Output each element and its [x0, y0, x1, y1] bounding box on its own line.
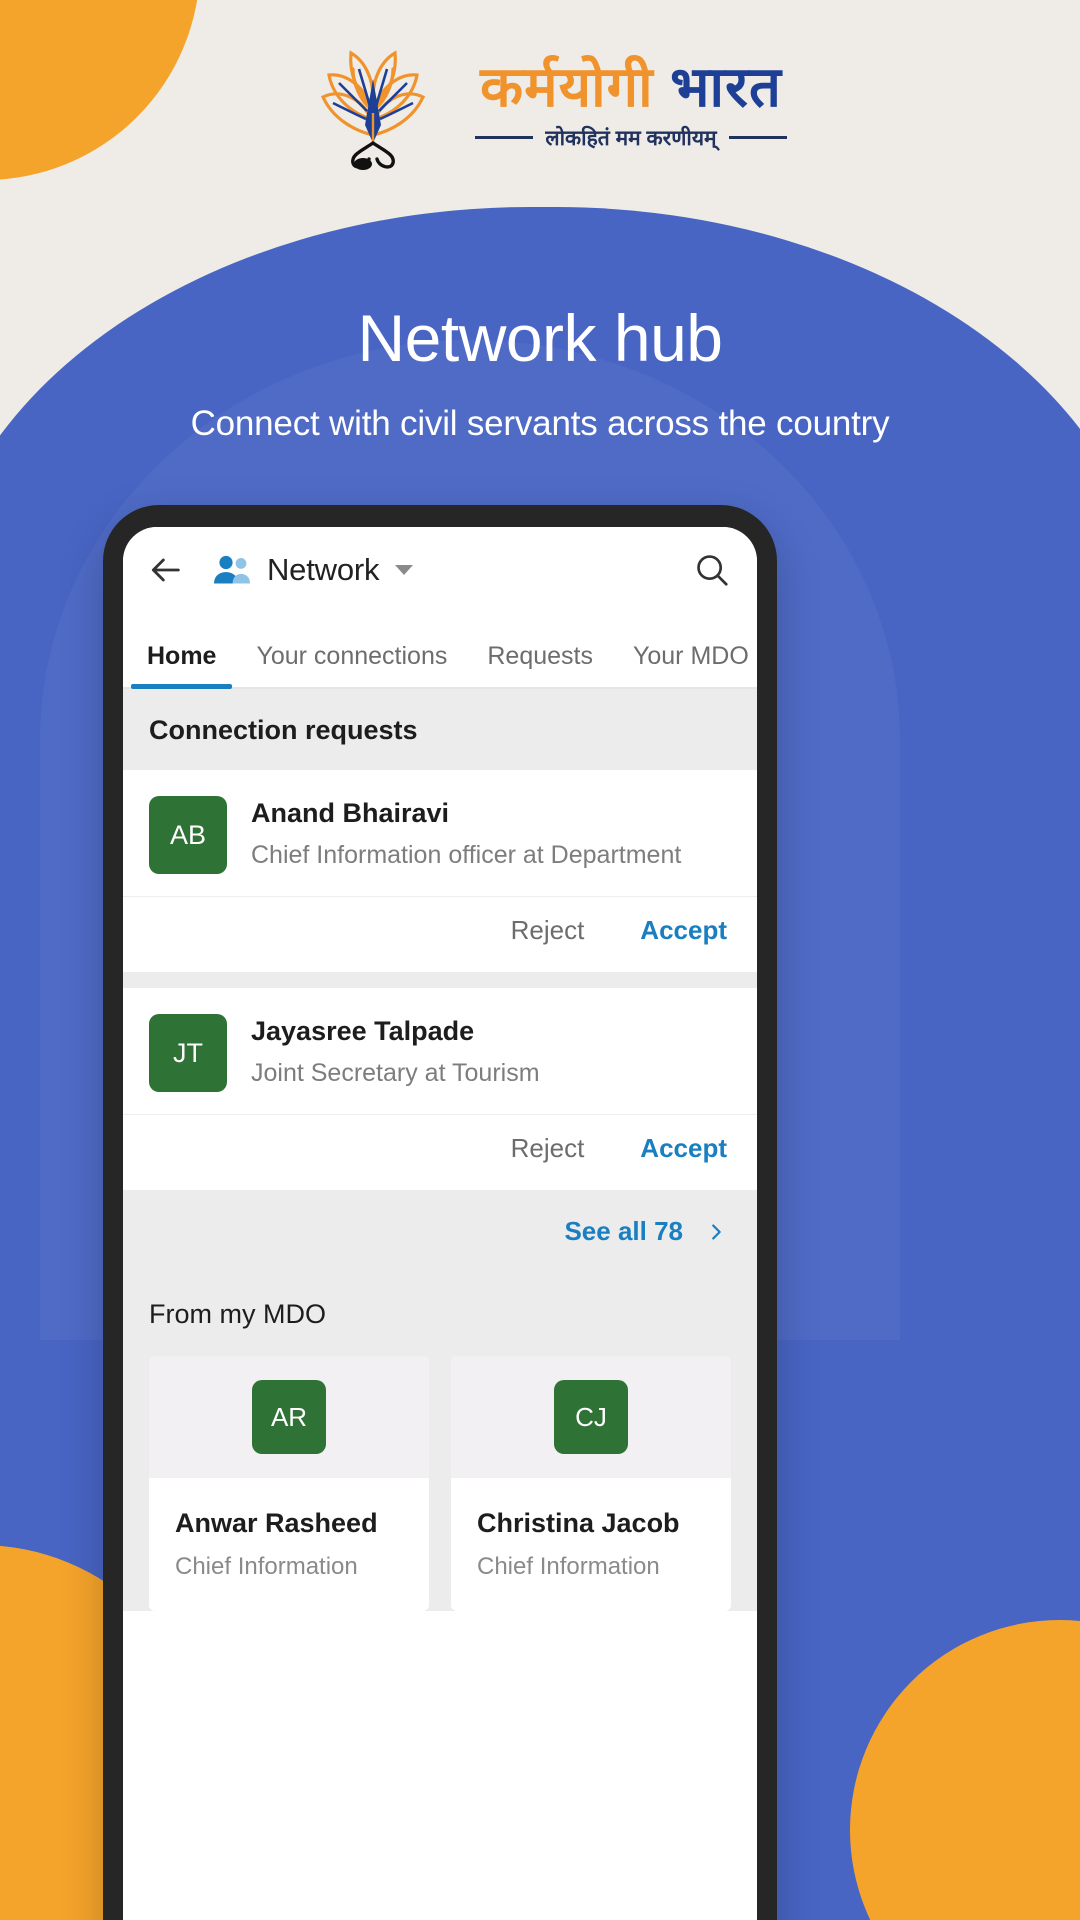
- app-bar-title: Network: [267, 552, 380, 587]
- person-role: Chief Information: [477, 1553, 660, 1580]
- tagline-rule-right: [728, 136, 787, 139]
- tab-bar: Home Your connections Requests Your MDO: [123, 613, 757, 689]
- tagline-rule-left: [475, 136, 534, 139]
- connection-request-person: JT Jayasree Talpade Joint Secretary at T…: [123, 988, 757, 1114]
- reject-button[interactable]: Reject: [511, 915, 585, 946]
- tab-your-mdo[interactable]: Your MDO: [633, 642, 749, 687]
- reject-button[interactable]: Reject: [511, 1133, 585, 1164]
- search-icon[interactable]: [693, 551, 731, 589]
- connection-request-row[interactable]: AB Anand Bhairavi Chief Information offi…: [123, 770, 757, 972]
- person-role: Chief Information officer at Department: [251, 841, 682, 869]
- see-all-label[interactable]: See all 78: [564, 1216, 683, 1247]
- tab-home[interactable]: Home: [130, 642, 234, 689]
- person-info: Anand Bhairavi Chief Information officer…: [251, 796, 681, 870]
- from-my-mdo-grid: AR Anwar Rasheed Chief Information CJ Ch…: [149, 1356, 731, 1611]
- connection-request-actions: Reject Accept: [123, 896, 757, 972]
- chevron-right-icon[interactable]: [705, 1221, 727, 1243]
- hero-title: Network hub: [357, 301, 723, 375]
- lotus-pen-logo-icon: [321, 50, 426, 170]
- chevron-down-icon[interactable]: [395, 565, 414, 575]
- person-name: Christina Jacob: [477, 1508, 680, 1538]
- mdo-card-avatar-area: AR: [149, 1356, 429, 1478]
- hero-subtitle: Connect with civil servants across the c…: [190, 404, 890, 443]
- connection-requests-heading: Connection requests: [123, 689, 757, 770]
- person-role: Chief Information: [175, 1553, 358, 1580]
- mdo-card-body: Anwar Rasheed Chief Information: [149, 1478, 429, 1611]
- back-arrow-icon[interactable]: [145, 550, 185, 590]
- avatar: JT: [149, 1014, 227, 1092]
- mdo-card-avatar-area: CJ: [451, 1356, 731, 1478]
- brand-wordmark: कर्मयोगी भारत लोकहितं मम करणीयम्: [475, 58, 787, 152]
- from-my-mdo-section: From my MDO AR Anwar Rasheed Chief Infor…: [123, 1275, 757, 1611]
- person-name: Jayasree Talpade: [251, 1016, 475, 1046]
- mdo-card-body: Christina Jacob Chief Information: [451, 1478, 731, 1611]
- brand-title-karmayogi: कर्मयोगी: [480, 54, 654, 118]
- people-icon: [214, 555, 250, 584]
- list-divider: [123, 972, 757, 988]
- tab-requests[interactable]: Requests: [487, 642, 593, 687]
- see-all-row[interactable]: See all 78: [123, 1190, 757, 1275]
- from-my-mdo-heading: From my MDO: [149, 1299, 326, 1329]
- connection-request-row[interactable]: JT Jayasree Talpade Joint Secretary at T…: [123, 988, 757, 1190]
- promo-screenshot: कर्मयोगी भारत लोकहितं मम करणीयम् Network…: [0, 0, 1080, 1920]
- person-info: Jayasree Talpade Joint Secretary at Tour…: [251, 1014, 540, 1088]
- accept-button[interactable]: Accept: [640, 1133, 727, 1164]
- app-bar: Network: [123, 527, 757, 613]
- person-name: Anwar Rasheed: [175, 1508, 378, 1538]
- person-name: Anand Bhairavi: [251, 798, 450, 828]
- avatar: CJ: [554, 1380, 628, 1454]
- brand-tagline: लोकहितं मम करणीयम्: [545, 126, 717, 150]
- accept-button[interactable]: Accept: [640, 915, 727, 946]
- brand-logo: कर्मयोगी भारत लोकहितं मम करणीयम्: [0, 30, 1080, 180]
- avatar: AB: [149, 796, 227, 874]
- tab-your-connections[interactable]: Your connections: [256, 642, 447, 687]
- person-role: Joint Secretary at Tourism: [251, 1059, 540, 1087]
- brand-title-bharat: भारत: [670, 54, 782, 118]
- brand-tagline-row: लोकहितं मम करणीयम्: [475, 124, 787, 152]
- connection-request-actions: Reject Accept: [123, 1114, 757, 1190]
- connection-request-person: AB Anand Bhairavi Chief Information offi…: [123, 770, 757, 896]
- phone-mockup: Network Home Your connections Requests Y…: [103, 505, 777, 1920]
- mdo-person-card[interactable]: CJ Christina Jacob Chief Information: [451, 1356, 731, 1611]
- avatar: AR: [252, 1380, 326, 1454]
- phone-screen: Network Home Your connections Requests Y…: [123, 527, 757, 1920]
- mdo-person-card[interactable]: AR Anwar Rasheed Chief Information: [149, 1356, 429, 1611]
- brand-title: कर्मयोगी भारत: [480, 58, 782, 115]
